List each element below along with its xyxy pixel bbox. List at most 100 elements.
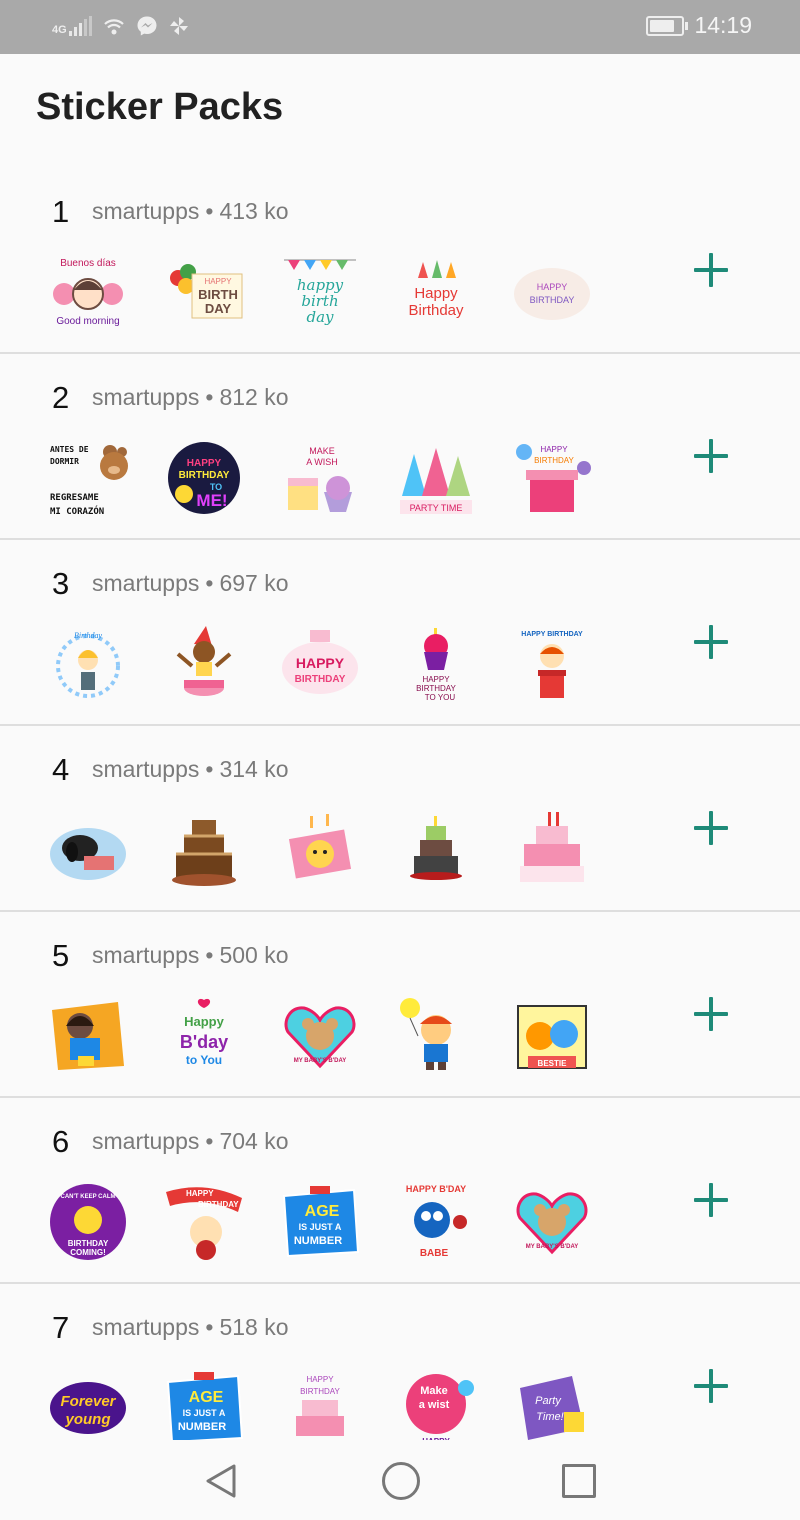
sticker-text: HAPPY BIRTHDAY bbox=[521, 631, 583, 638]
sticker-pack-3[interactable]: 3 smartupps • 697 ko Birthday HAPPY BIRT… bbox=[0, 540, 800, 726]
pack-size: 812 ko bbox=[219, 384, 289, 410]
sticker-preview bbox=[48, 810, 128, 890]
sticker-preview: ANTES DE DORMIR REGRESAME MI CORAZÓN bbox=[48, 438, 128, 518]
sticker-text: HAPPY bbox=[187, 458, 222, 469]
pack-size: 413 ko bbox=[219, 198, 289, 224]
sticker-preview: HAPPY BIRTHDAY bbox=[512, 438, 592, 518]
sticker-text: MI CORAZÓN bbox=[50, 505, 104, 517]
pack-meta: smartupps • 518 ko bbox=[92, 1314, 289, 1341]
sticker-text: HAPPY bbox=[540, 445, 568, 454]
sticker-preview: HAPPY BIRTHDAY bbox=[280, 624, 360, 704]
sticker-text: NUMBER bbox=[178, 1421, 226, 1433]
sticker-pack-5[interactable]: 5 smartupps•500 ko Happy B'day to You bbox=[0, 912, 800, 1098]
sticker-text: PARTY TIME bbox=[410, 503, 463, 513]
add-pack-button[interactable] bbox=[690, 808, 732, 850]
status-bar: 4G 14:19 bbox=[0, 0, 800, 54]
recents-icon[interactable] bbox=[562, 1464, 596, 1498]
battery-icon bbox=[646, 15, 689, 36]
meta-separator: • bbox=[205, 756, 214, 782]
sticker-preview-row: CAN'T KEEP CALM BIRTHDAY COMING! HAPPY B… bbox=[48, 1182, 592, 1262]
sticker-preview-row: Buenos días Good morning HAPPY BIRTH DAY… bbox=[48, 252, 592, 332]
pack-number: 6 bbox=[52, 1124, 70, 1159]
sticker-text: A WISH bbox=[306, 457, 338, 467]
sticker-text: HAPPY bbox=[186, 1189, 214, 1198]
sticker-preview-row: Forever young AGE IS JUST A NUMBER HAPPY… bbox=[48, 1368, 592, 1448]
home-icon[interactable] bbox=[382, 1462, 420, 1500]
back-icon[interactable] bbox=[204, 1463, 240, 1499]
sticker-text: Birthday bbox=[74, 631, 102, 640]
sticker-preview: MY BABY'S B'DAY bbox=[280, 996, 360, 1076]
sticker-text: IS JUST A bbox=[183, 1408, 226, 1418]
pack-number: 3 bbox=[52, 566, 70, 601]
sticker-text: BIRTH bbox=[198, 287, 238, 302]
sticker-preview: HAPPY BIRTH DAY bbox=[164, 252, 244, 332]
sticker-preview: happy birth day bbox=[280, 252, 360, 332]
pack-meta: smartupps • 704 ko bbox=[92, 1128, 289, 1155]
sticker-pack-1[interactable]: 1 smartupps • 413 ko Buenos días Good morn… bbox=[0, 168, 800, 354]
sticker-text: MAKE bbox=[309, 446, 335, 456]
pack-meta: smartupps • 697 ko bbox=[92, 570, 289, 597]
sticker-preview bbox=[164, 810, 244, 890]
sticker-preview: AGE IS JUST A NUMBER bbox=[280, 1182, 360, 1262]
sticker-text: Good morning bbox=[56, 316, 119, 327]
sticker-text: BIRTHDAY bbox=[534, 456, 574, 465]
pack-size: 697 ko bbox=[219, 570, 289, 596]
add-pack-button[interactable] bbox=[690, 1180, 732, 1222]
sticker-text: Birthday bbox=[408, 302, 464, 319]
pack-publisher: smartupps bbox=[92, 198, 200, 224]
add-pack-button[interactable] bbox=[690, 1366, 732, 1408]
sticker-preview: HAPPY BIRTHDAY TO YOU bbox=[396, 624, 476, 704]
sticker-text: NUMBER bbox=[294, 1235, 342, 1247]
pack-meta: smartupps • 314 ko bbox=[92, 756, 289, 783]
sticker-text: DAY bbox=[205, 301, 232, 316]
sticker-preview bbox=[512, 810, 592, 890]
sticker-text: HAPPY B'DAY bbox=[406, 1184, 466, 1194]
sticker-text: HAPPY bbox=[306, 1375, 334, 1384]
pack-publisher: smartupps bbox=[92, 1128, 200, 1154]
pack-meta: smartupps • 812 ko bbox=[92, 384, 289, 411]
sticker-text: BIRTHDAY bbox=[300, 1387, 340, 1396]
sticker-text: HAPPY bbox=[537, 282, 568, 292]
sticker-text: Make bbox=[420, 1385, 448, 1397]
add-pack-button[interactable] bbox=[690, 622, 732, 664]
sticker-text: Happy bbox=[184, 1014, 225, 1029]
sticker-text: HAPPY bbox=[296, 655, 345, 671]
pack-size: 518 ko bbox=[219, 1314, 289, 1340]
sticker-text: BABE bbox=[420, 1248, 449, 1259]
sticker-preview bbox=[280, 810, 360, 890]
sticker-pack-4[interactable]: 4 smartupps • 314 ko bbox=[0, 726, 800, 912]
sticker-text: AGE bbox=[305, 1203, 340, 1220]
sticker-preview bbox=[164, 624, 244, 704]
pack-number: 5 bbox=[52, 938, 70, 973]
meta-separator: • bbox=[205, 384, 214, 410]
add-pack-button[interactable] bbox=[690, 250, 732, 292]
pack-number: 4 bbox=[52, 752, 70, 787]
sticker-text: ANTES DE bbox=[50, 445, 89, 454]
page-title: Sticker Packs bbox=[36, 86, 284, 128]
sticker-text: B'day bbox=[180, 1032, 228, 1052]
status-time: 14:19 bbox=[694, 12, 752, 38]
sticker-text: Party bbox=[535, 1395, 562, 1407]
status-icons-left: 4G bbox=[52, 14, 190, 38]
sticker-pack-6[interactable]: 6 smartupps • 704 ko CAN'T KEEP CALM BIRTH… bbox=[0, 1098, 800, 1284]
sticker-preview: HAPPY BIRTHDAY TO ME! bbox=[164, 438, 244, 518]
sticker-text: BIRTHDAY bbox=[530, 295, 575, 305]
wifi-icon bbox=[103, 19, 124, 35]
pack-meta: smartupps • 500 ko bbox=[92, 942, 289, 969]
sticker-preview: HAPPY BIRTHDAY bbox=[512, 252, 592, 332]
messenger-icon bbox=[137, 16, 157, 36]
sticker-text: Happy bbox=[414, 285, 458, 302]
add-pack-button[interactable] bbox=[690, 436, 732, 478]
sticker-preview: Happy B'day to You bbox=[164, 996, 244, 1076]
meta-separator: • bbox=[205, 1128, 214, 1154]
sticker-preview bbox=[396, 996, 476, 1076]
pack-number: 7 bbox=[52, 1310, 70, 1345]
sticker-pack-2[interactable]: 2 smartupps • 812 ko ANTES DE DORMIR REGRE… bbox=[0, 354, 800, 540]
sticker-text: young bbox=[65, 1411, 111, 1428]
sticker-text: REGRESAME bbox=[50, 493, 99, 503]
add-pack-button[interactable] bbox=[690, 994, 732, 1036]
sticker-preview: HAPPY B'DAY BABE bbox=[396, 1182, 476, 1262]
pack-meta: smartupps • 413 ko bbox=[92, 198, 289, 225]
signal-icon bbox=[68, 16, 92, 36]
pack-publisher: smartupps bbox=[92, 756, 200, 782]
